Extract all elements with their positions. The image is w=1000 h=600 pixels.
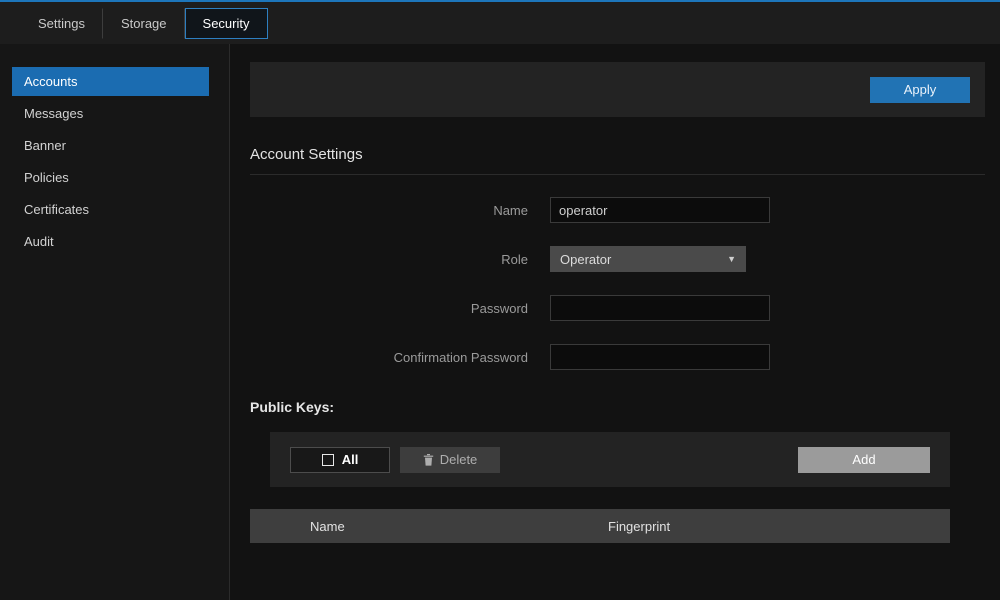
- form-row-name: Name: [250, 197, 1000, 223]
- public-keys-toolbar: All Delete Add: [270, 432, 950, 487]
- form-row-password: Password: [250, 295, 1000, 321]
- name-input[interactable]: [550, 197, 770, 223]
- delete-label: Delete: [440, 452, 478, 467]
- column-header-fingerprint: Fingerprint: [608, 519, 670, 534]
- sidebar-item-accounts[interactable]: Accounts: [12, 67, 209, 96]
- sidebar-item-banner[interactable]: Banner: [12, 131, 209, 160]
- apply-button[interactable]: Apply: [870, 77, 970, 103]
- apply-toolbar: Apply: [250, 62, 985, 117]
- delete-button[interactable]: Delete: [400, 447, 500, 473]
- top-navigation: Settings Storage Security: [0, 2, 1000, 44]
- public-keys-title: Public Keys:: [250, 399, 1000, 415]
- public-keys-table-header: Name Fingerprint: [250, 509, 950, 543]
- role-selected-value: Operator: [560, 252, 611, 267]
- sidebar-item-certificates[interactable]: Certificates: [12, 195, 209, 224]
- sidebar-item-policies[interactable]: Policies: [12, 163, 209, 192]
- password-label: Password: [250, 301, 550, 316]
- tab-settings[interactable]: Settings: [20, 8, 103, 39]
- page-title: Account Settings: [250, 146, 985, 175]
- main-content: Apply Account Settings Name Role Operato…: [231, 44, 1000, 600]
- tab-storage[interactable]: Storage: [103, 8, 185, 39]
- chevron-down-icon: ▼: [727, 254, 736, 264]
- select-all-label: All: [342, 452, 359, 467]
- role-select[interactable]: Operator ▼: [550, 246, 746, 272]
- name-label: Name: [250, 203, 550, 218]
- confirmation-password-label: Confirmation Password: [250, 350, 550, 365]
- account-settings-form: Name Role Operator ▼ Password Confirmati…: [250, 197, 1000, 370]
- sidebar-item-messages[interactable]: Messages: [12, 99, 209, 128]
- form-row-confirmation-password: Confirmation Password: [250, 344, 1000, 370]
- select-all-button[interactable]: All: [290, 447, 390, 473]
- form-row-role: Role Operator ▼: [250, 246, 1000, 272]
- confirmation-password-input[interactable]: [550, 344, 770, 370]
- sidebar: Accounts Messages Banner Policies Certif…: [0, 44, 230, 600]
- add-button[interactable]: Add: [798, 447, 930, 473]
- trash-icon: [423, 454, 434, 466]
- tab-security[interactable]: Security: [185, 8, 268, 39]
- column-header-name: Name: [310, 519, 345, 534]
- checkbox-icon: [322, 454, 334, 466]
- password-input[interactable]: [550, 295, 770, 321]
- sidebar-item-audit[interactable]: Audit: [12, 227, 209, 256]
- security-settings-screen: Settings Storage Security Accounts Messa…: [0, 0, 1000, 600]
- role-label: Role: [250, 252, 550, 267]
